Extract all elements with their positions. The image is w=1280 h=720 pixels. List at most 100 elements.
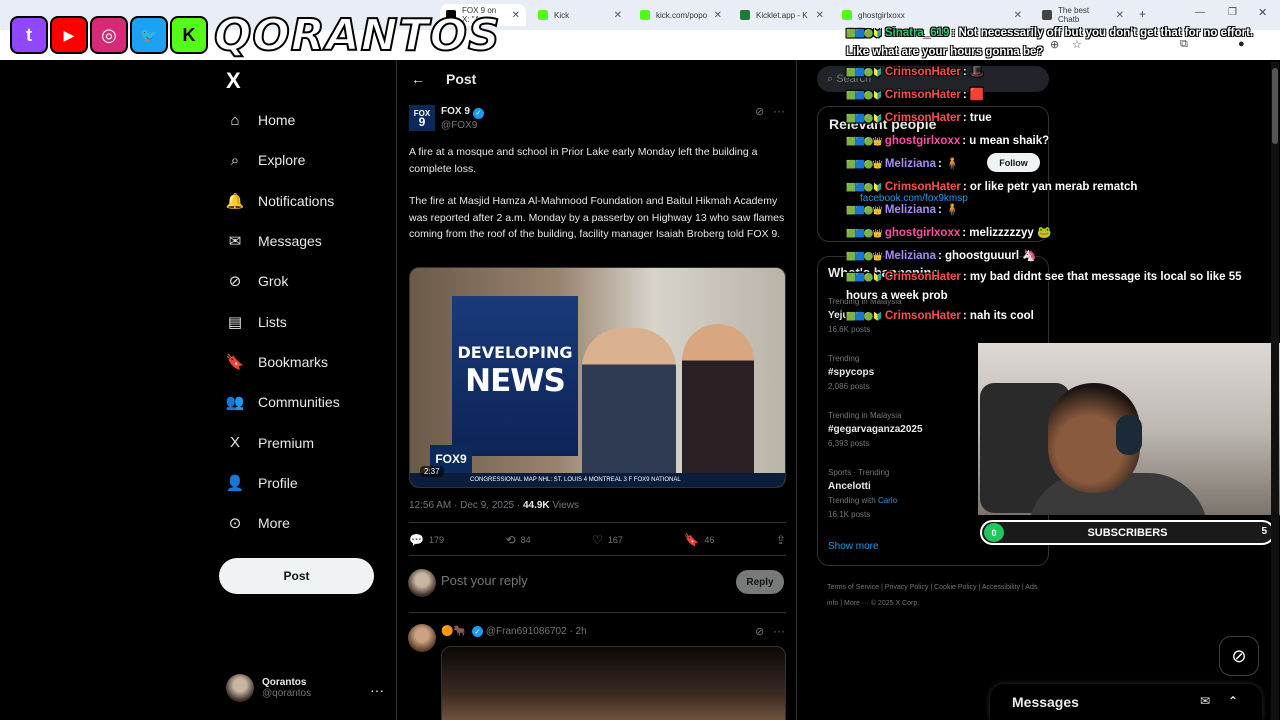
chat-username: CrimsonHater [884, 112, 961, 124]
chat-text: : or like petr yan merab rematch [962, 181, 1138, 193]
more-options-icon[interactable]: ··· [773, 624, 785, 638]
nav-more[interactable]: ⊙ More [226, 503, 340, 543]
chat-text: : 🧍 [937, 158, 960, 170]
chat-message: 🟩🟦🟢🔰 CrimsonHater: 🎩 [846, 61, 1276, 84]
nav-grok[interactable]: ⊘ Grok [226, 261, 340, 301]
chat-username: CrimsonHater [884, 310, 961, 322]
tab-ghostgirl[interactable]: ghostgirlxoxx ✕ [836, 4, 1028, 26]
close-tab-icon[interactable]: ✕ [512, 10, 520, 21]
bookmark-action[interactable]: 🔖 46 [684, 533, 714, 547]
avatar[interactable] [408, 624, 436, 652]
kicklet-favicon-icon [740, 10, 750, 20]
more-options-icon[interactable]: ··· [370, 682, 384, 698]
minimize-icon[interactable]: — [1195, 7, 1205, 18]
badge-icons: 🟩🟦🟢🔰 [846, 91, 883, 100]
reply-button[interactable]: Reply [736, 570, 784, 594]
like-action[interactable]: ♡ 167 [592, 533, 623, 547]
share-action[interactable]: ⇪ [776, 533, 786, 547]
nav-bookmarks[interactable]: 🔖 Bookmarks [226, 342, 340, 382]
heart-icon: ♡ [592, 533, 603, 547]
divider [409, 555, 786, 556]
author-name[interactable]: FOX 9 ✓ [441, 106, 484, 119]
nav-label: Communities [258, 394, 340, 411]
show-more-link[interactable]: Show more [828, 541, 879, 552]
nav-communities[interactable]: 👥 Communities [226, 382, 340, 422]
nav-messages[interactable]: ✉ Messages [226, 221, 340, 261]
grok-explain-icon[interactable]: ⊘ [755, 105, 764, 118]
chat-text: : nah its cool [962, 310, 1034, 322]
post-button[interactable]: Post [219, 558, 374, 594]
scrollbar[interactable] [1271, 62, 1279, 720]
list-icon: ▤ [227, 313, 243, 331]
back-arrow-icon[interactable]: ← [411, 71, 425, 87]
badge-icons: 🟩🟦🟢👑 [846, 206, 883, 215]
author-name-text: FOX 9 [441, 106, 470, 117]
reply-media[interactable] [441, 646, 786, 720]
nav-label: Bookmarks [258, 353, 329, 370]
x-logo[interactable]: X [226, 68, 241, 94]
nav-label: More [258, 515, 290, 532]
trend-item[interactable]: Sports · Trending Ancelotti Trending wit… [828, 466, 897, 522]
close-tab-icon[interactable]: ✕ [614, 10, 622, 21]
author-handle[interactable]: @FOX9 [441, 120, 477, 131]
nav-label: Premium [258, 434, 315, 451]
chat-message: 🟩🟦🟢👑 Meliziana: ghoostguuurl 🦄 [846, 245, 1276, 268]
views-count: 44.9K [522, 500, 550, 511]
messages-drawer[interactable]: Messages ✉ ⌃ [990, 684, 1262, 720]
close-window-icon[interactable]: ✕ [1258, 6, 1267, 19]
nav-lists[interactable]: ▤ Lists [226, 301, 340, 341]
tab-kick-popout[interactable]: kick.com/popo ✕ [634, 4, 728, 26]
repost-icon: ⟲ [505, 533, 516, 547]
repost-action[interactable]: ⟲ 84 [506, 533, 531, 547]
chat-message: 🟩🟦🟢🔰 CrimsonHater: true [846, 107, 1276, 130]
tab-kicklet[interactable]: Kicklet.app - K ✕ [734, 4, 830, 26]
divider [409, 612, 786, 613]
search-icon: ⌕ [230, 151, 240, 169]
stream-chat-overlay: 🟩🟦🟢🔰 Sinatra_619: Not necessarily off but… [846, 24, 1276, 328]
bookmark-count: 46 [704, 535, 715, 545]
reply-action[interactable]: 💬 179 [409, 533, 444, 547]
chevron-up-icon[interactable]: ⌃ [1228, 694, 1238, 708]
grok-icon: ⊘ [228, 273, 242, 291]
close-tab-icon[interactable]: ✕ [1116, 10, 1124, 21]
new-tab-icon[interactable]: + [1139, 7, 1146, 21]
tab-label: kick.com/popo [656, 10, 708, 20]
close-tab-icon[interactable]: ✕ [1014, 10, 1022, 21]
nav-explore[interactable]: ⌕ Explore [226, 140, 340, 180]
trend-posts: 6,393 posts [828, 439, 870, 448]
chat-text: : 🎩 [962, 66, 985, 78]
tab-chatbot[interactable]: The best Chatb ✕ [1036, 4, 1130, 26]
nav-label: Profile [258, 474, 298, 491]
reply-input[interactable] [441, 573, 721, 588]
grok-explain-icon[interactable]: ⊘ [755, 625, 764, 638]
trend-related-link[interactable]: Carlo [878, 496, 897, 505]
trend-posts: 2,086 posts [828, 382, 870, 391]
close-tab-icon[interactable]: ✕ [714, 10, 722, 21]
account-switcher[interactable]: Qorantos @qorantos [226, 674, 311, 702]
badge-icons: 🟩🟦🟢👑 [846, 160, 883, 169]
scrollbar-thumb[interactable] [1272, 68, 1278, 144]
post-video[interactable]: DEVELOPING NEWS FOX9 CONGRESSIONAL MAP N… [409, 267, 786, 488]
footer-links[interactable]: Terms of Service | Privacy Policy | Cook… [827, 580, 1047, 612]
author-avatar[interactable]: FOX 9 [409, 105, 435, 131]
nav-home[interactable]: ⌂ Home [226, 100, 340, 140]
chat-message: 🟩🟦🟢🔰 CrimsonHater: nah its cool [846, 305, 1276, 328]
more-options-icon[interactable]: ··· [773, 104, 785, 118]
badge-icons: 🟩🟦🟢👑 [846, 229, 883, 238]
reply-author[interactable]: 🟠🐂 ✓ @Fran691086702 · 2h [441, 626, 587, 637]
maximize-icon[interactable]: ❐ [1228, 7, 1237, 18]
nav-profile[interactable]: 👤 Profile [226, 463, 340, 503]
mail-icon: ✉ [228, 233, 242, 251]
new-message-icon[interactable]: ✉ [1200, 694, 1210, 708]
tab-kick[interactable]: Kick ✕ [532, 4, 628, 26]
badge-icons: 🟩🟦🟢🔰 [846, 273, 883, 282]
grok-fab-icon[interactable]: ⊘ [1219, 636, 1259, 676]
close-tab-icon[interactable]: ✕ [816, 10, 824, 21]
trend-item[interactable]: Trending #spycops 2,086 posts [828, 352, 874, 394]
trend-item[interactable]: Trending in Malaysia #gegarvaganza2025 6… [828, 409, 923, 451]
chat-message: 🟩🟦🟢🔰 Sinatra_619: Not necessarily off but… [846, 24, 1276, 61]
post-detail-column: ← Post FOX 9 FOX 9 ✓ @FOX9 ⊘ ··· A fire a… [396, 60, 797, 720]
nav-notifications[interactable]: 🔔 Notifications [226, 181, 340, 221]
nav-premium[interactable]: X Premium [226, 422, 340, 462]
page-title: Post [446, 71, 477, 87]
